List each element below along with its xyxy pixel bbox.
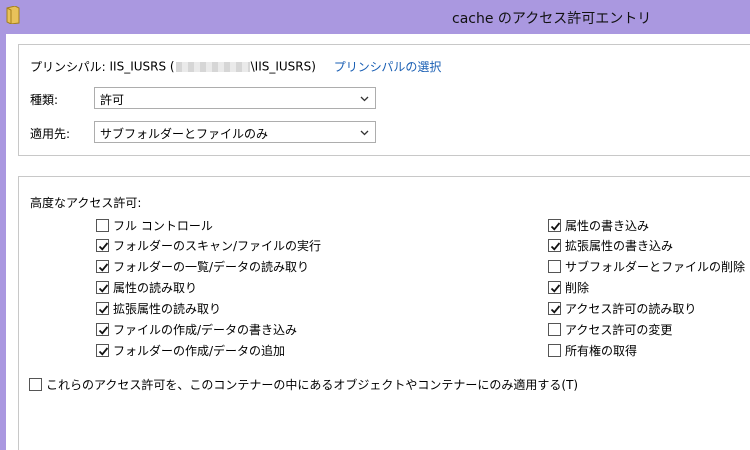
perm-label: フル コントロール bbox=[113, 218, 213, 233]
perm-list-read-data[interactable]: フォルダーの一覧/データの読み取り bbox=[96, 258, 309, 274]
redacted-domain bbox=[175, 61, 250, 72]
principal-row: プリンシパル: IIS_IUSRS ( \IIS_IUSRS) プリンシパルの選択 bbox=[30, 58, 441, 75]
window-left-border bbox=[0, 34, 6, 450]
checkmark-icon bbox=[550, 283, 561, 293]
applies-to-select-value: サブフォルダーとファイルのみ bbox=[100, 127, 269, 141]
perm-label: 拡張属性の読み取り bbox=[113, 301, 222, 316]
apply-only-to-container[interactable]: これらのアクセス許可を、このコンテナーの中にあるオブジェクトやコンテナーにのみ適… bbox=[29, 376, 578, 392]
perm-full-control[interactable]: フル コントロール bbox=[96, 217, 213, 233]
checkbox[interactable] bbox=[548, 238, 561, 252]
window-title: cache のアクセス許可エントリ bbox=[452, 11, 652, 27]
checkbox[interactable] bbox=[29, 377, 42, 391]
advanced-permissions-label: 高度なアクセス許可: bbox=[30, 196, 142, 210]
checkbox[interactable] bbox=[96, 280, 109, 294]
perm-label: フォルダーの一覧/データの読み取り bbox=[113, 259, 310, 274]
checkbox[interactable] bbox=[96, 259, 109, 273]
perm-read-attributes[interactable]: 属性の読み取り bbox=[96, 279, 197, 295]
perm-label: 拡張属性の書き込み bbox=[565, 238, 674, 253]
perm-take-ownership[interactable]: 所有権の取得 bbox=[548, 342, 637, 358]
applies-to-select[interactable]: サブフォルダーとファイルのみ bbox=[94, 121, 376, 143]
perm-label: 属性の書き込み bbox=[565, 218, 650, 233]
checkbox[interactable] bbox=[548, 280, 561, 294]
perm-label: フォルダーの作成/データの追加 bbox=[113, 343, 286, 358]
checkmark-icon bbox=[550, 304, 561, 314]
checkbox[interactable] bbox=[96, 218, 109, 232]
folder-icon bbox=[6, 6, 20, 24]
chevron-down-icon bbox=[360, 96, 369, 102]
perm-label: 削除 bbox=[565, 280, 590, 295]
perm-create-folders-append[interactable]: フォルダーの作成/データの追加 bbox=[96, 342, 285, 358]
perm-read-ext-attributes[interactable]: 拡張属性の読み取り bbox=[96, 300, 221, 316]
checkmark-icon bbox=[550, 221, 561, 231]
checkmark-icon bbox=[98, 304, 109, 314]
perm-delete[interactable]: 削除 bbox=[548, 279, 589, 295]
applies-to-label: 適用先: bbox=[30, 127, 71, 141]
perm-write-ext-attributes[interactable]: 拡張属性の書き込み bbox=[548, 237, 673, 253]
perm-label: 所有権の取得 bbox=[565, 343, 638, 358]
checkmark-icon bbox=[98, 262, 109, 272]
type-select-value: 許可 bbox=[100, 93, 125, 107]
perm-label: フォルダーのスキャン/ファイルの実行 bbox=[113, 238, 322, 253]
perm-read-permissions[interactable]: アクセス許可の読み取り bbox=[548, 300, 696, 316]
type-label: 種類: bbox=[30, 93, 59, 107]
checkmark-icon bbox=[98, 346, 109, 356]
title-bar[interactable]: cache のアクセス許可エントリ bbox=[0, 0, 750, 34]
checkmark-icon bbox=[98, 283, 109, 293]
chevron-down-icon bbox=[360, 130, 369, 136]
perm-traverse-execute[interactable]: フォルダーのスキャン/ファイルの実行 bbox=[96, 237, 321, 253]
perm-label: サブフォルダーとファイルの削除 bbox=[565, 259, 746, 274]
perm-change-permissions[interactable]: アクセス許可の変更 bbox=[548, 321, 672, 337]
checkbox[interactable] bbox=[548, 218, 561, 232]
apply-only-label: これらのアクセス許可を、このコンテナーの中にあるオブジェクトやコンテナーにのみ適… bbox=[46, 377, 579, 392]
checkbox[interactable] bbox=[96, 238, 109, 252]
type-select[interactable]: 許可 bbox=[94, 87, 376, 109]
perm-create-files-write-data[interactable]: ファイルの作成/データの書き込み bbox=[96, 321, 297, 337]
perm-delete-subfolders-files[interactable]: サブフォルダーとファイルの削除 bbox=[548, 258, 745, 274]
checkbox[interactable] bbox=[96, 343, 109, 357]
checkbox[interactable] bbox=[548, 322, 561, 336]
perm-label: ファイルの作成/データの書き込み bbox=[113, 322, 298, 337]
checkmark-icon bbox=[98, 241, 109, 251]
checkmark-icon bbox=[550, 241, 561, 251]
checkbox[interactable] bbox=[548, 301, 561, 315]
checkmark-icon bbox=[98, 325, 109, 335]
perm-label: アクセス許可の変更 bbox=[565, 322, 673, 337]
checkbox[interactable] bbox=[548, 343, 561, 357]
principal-label: プリンシパル: bbox=[30, 60, 106, 74]
perm-write-attributes[interactable]: 属性の書き込み bbox=[548, 217, 649, 233]
checkbox[interactable] bbox=[96, 322, 109, 336]
checkbox[interactable] bbox=[96, 301, 109, 315]
perm-label: 属性の読み取り bbox=[113, 280, 198, 295]
principal-value-suffix: \IIS_IUSRS) bbox=[250, 59, 316, 74]
perm-label: アクセス許可の読み取り bbox=[565, 301, 697, 316]
checkbox[interactable] bbox=[548, 259, 561, 273]
select-principal-link[interactable]: プリンシパルの選択 bbox=[334, 60, 442, 74]
principal-value-prefix: IIS_IUSRS ( bbox=[109, 59, 175, 74]
